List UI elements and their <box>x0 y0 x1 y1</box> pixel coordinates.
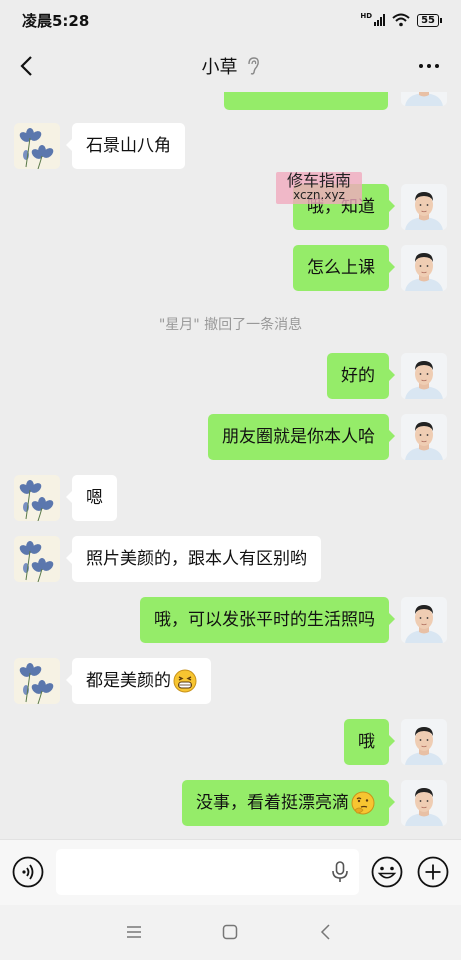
my-avatar[interactable] <box>401 719 447 765</box>
message-bubble[interactable]: 都是美颜的 <box>66 658 211 704</box>
message-bubble[interactable]: 没事，看着挺漂亮滴 <box>182 780 395 826</box>
profile-photo <box>401 353 447 399</box>
message-bubble[interactable]: 嗯 <box>66 475 117 521</box>
message-text: 没事，看着挺漂亮滴 <box>196 793 349 813</box>
profile-photo <box>401 245 447 291</box>
flower-illustration <box>14 475 60 521</box>
message-bubble[interactable]: 哦 <box>344 719 395 765</box>
back-chevron-icon[interactable] <box>16 54 40 78</box>
plus-icon[interactable] <box>417 856 449 888</box>
thinking-emoji <box>351 791 375 815</box>
chat-header: 小草 <box>0 40 461 92</box>
my-avatar[interactable] <box>401 414 447 460</box>
profile-photo <box>401 414 447 460</box>
contact-avatar[interactable] <box>14 536 60 582</box>
my-avatar[interactable] <box>401 184 447 230</box>
flower-illustration <box>14 536 60 582</box>
my-avatar[interactable] <box>401 597 447 643</box>
more-dots-icon[interactable] <box>417 54 441 78</box>
my-avatar[interactable] <box>401 92 447 106</box>
my-avatar[interactable] <box>401 245 447 291</box>
message-bubble[interactable]: 怎么上课 <box>293 245 395 291</box>
system-nav-bar <box>0 905 461 960</box>
message-bubble-partial <box>224 92 388 110</box>
grin-emoji <box>173 669 197 693</box>
contact-avatar[interactable] <box>14 123 60 169</box>
emoji-icon[interactable] <box>371 856 403 888</box>
my-avatar[interactable] <box>401 780 447 826</box>
network-label: HD <box>360 12 373 20</box>
system-message: "星月" 撤回了一条消息 <box>158 317 303 333</box>
status-time: 凌晨5:28 <box>22 11 90 30</box>
message-bubble[interactable]: 哦，可以发张平时的生活照吗 <box>140 597 395 643</box>
profile-photo <box>401 719 447 765</box>
profile-photo <box>401 92 447 106</box>
voice-icon[interactable] <box>12 856 44 888</box>
watermark-line2: xczn.xyz <box>293 188 345 202</box>
status-bar: 凌晨5:28 HD 55 <box>0 0 461 40</box>
menu-icon[interactable] <box>126 925 142 939</box>
home-icon[interactable] <box>222 924 238 940</box>
flower-illustration <box>14 658 60 704</box>
profile-photo <box>401 597 447 643</box>
message-bubble[interactable]: 石景山八角 <box>66 123 185 169</box>
ear-icon <box>247 57 259 75</box>
flower-illustration <box>14 123 60 169</box>
input-bar <box>0 839 461 906</box>
message-input[interactable] <box>56 849 359 895</box>
wifi-icon <box>392 13 410 27</box>
message-bubble[interactable]: 照片美颜的，跟本人有区别哟 <box>66 536 321 582</box>
signal-icon <box>374 14 386 26</box>
message-text: 都是美颜的 <box>86 671 171 691</box>
mic-icon[interactable] <box>331 861 349 883</box>
battery-icon: 55 <box>417 13 442 27</box>
chat-title: 小草 <box>201 57 238 78</box>
message-bubble[interactable]: 好的 <box>327 353 395 399</box>
watermark: 修车指南 xczn.xyz <box>276 172 362 204</box>
contact-avatar[interactable] <box>14 475 60 521</box>
my-avatar[interactable] <box>401 353 447 399</box>
chat-area[interactable]: 石景山八角 哦，知道 修车指南 xczn.xyz 怎么上课 "星月" 撤回了一条… <box>0 92 461 839</box>
nav-back-icon[interactable] <box>319 924 331 940</box>
status-icons: HD 55 <box>360 12 442 27</box>
profile-photo <box>401 184 447 230</box>
message-bubble[interactable]: 朋友圈就是你本人哈 <box>208 414 395 460</box>
contact-avatar[interactable] <box>14 658 60 704</box>
profile-photo <box>401 780 447 826</box>
